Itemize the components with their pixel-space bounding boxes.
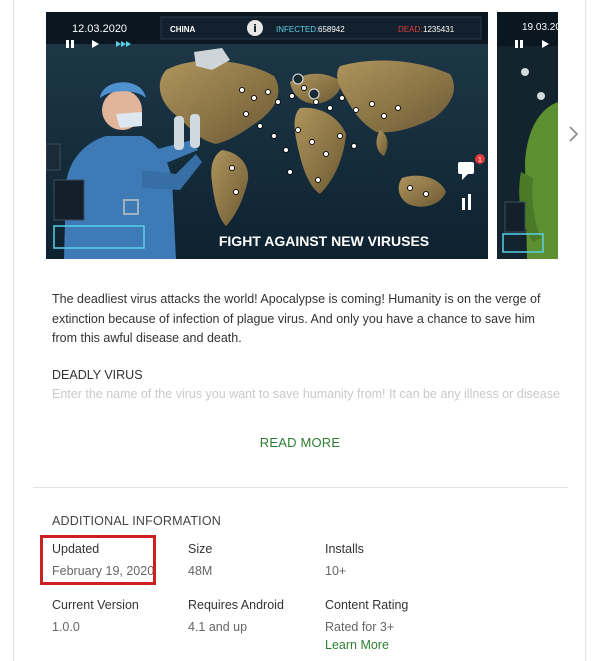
info-version: Current Version 1.0.0 [52, 598, 139, 634]
android-value: 4.1 and up [188, 620, 248, 634]
hud-region: CHINA [170, 25, 196, 34]
app-description: The deadliest virus attacks the world! A… [52, 292, 541, 345]
installs-value: 10+ [325, 564, 347, 578]
read-more-button[interactable]: READ MORE [0, 435, 600, 450]
installs-label: Installs [325, 542, 364, 556]
chevron-right-icon[interactable] [566, 124, 582, 144]
size-label: Size [188, 542, 213, 556]
hud-dead-value: 1235431 [423, 25, 455, 34]
info-android: Requires Android 4.1 and up [188, 598, 284, 634]
game-scene: i 12.03.2020 CHINA INFECTED: 658942 DEAD… [46, 12, 488, 259]
hud-infected-value: 658942 [318, 25, 345, 34]
screenshot-caption: FIGHT AGAINST NEW VIRUSES [219, 233, 429, 249]
description-heading: DEADLY VIRUS [52, 368, 143, 382]
additional-info-title: ADDITIONAL INFORMATION [52, 514, 221, 528]
screenshot-main[interactable]: i 12.03.2020 CHINA INFECTED: 658942 DEAD… [46, 12, 488, 259]
game-scene-2: 19.03.20 [497, 12, 558, 259]
size-value: 48M [188, 564, 213, 578]
version-value: 1.0.0 [52, 620, 80, 634]
hud-date: 12.03.2020 [72, 23, 127, 35]
learn-more-link[interactable]: Learn More [325, 638, 408, 652]
version-label: Current Version [52, 598, 139, 612]
hud-dead-label: DEAD: [398, 25, 422, 34]
hud-infected-label: INFECTED: [276, 25, 318, 34]
hud-date-2: 19.03.20 [522, 22, 558, 33]
info-content-rating: Content Rating Rated for 3+ Learn More [325, 598, 408, 652]
svg-text:i: i [253, 22, 257, 35]
notification-count: 1 [478, 157, 482, 164]
description-faded-text: Enter the name of the virus you want to … [52, 387, 560, 401]
content-rating-label: Content Rating [325, 598, 409, 612]
info-size: Size 48M [188, 542, 212, 578]
screenshot-second[interactable]: 19.03.20 [497, 12, 558, 259]
section-divider [33, 487, 568, 488]
updated-highlight-box [40, 535, 156, 585]
android-label: Requires Android [188, 598, 284, 612]
info-installs: Installs 10+ [325, 542, 364, 578]
content-rating-value: Rated for 3+ [325, 620, 395, 634]
